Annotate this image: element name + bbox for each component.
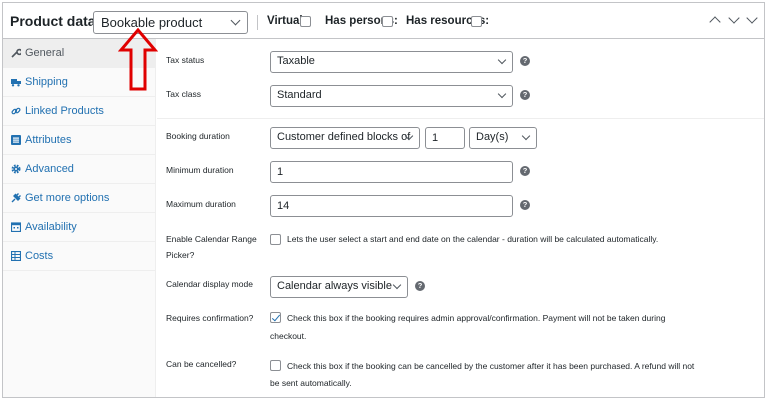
minimum-duration-input[interactable]: 1: [270, 161, 513, 183]
can-be-cancelled-label: Can be cancelled?: [166, 359, 237, 369]
calendar-display-mode-value: Calendar always visible: [277, 280, 392, 292]
help-icon[interactable]: ?: [520, 166, 530, 176]
calendar-display-mode-label: Calendar display mode: [166, 279, 253, 289]
product-data-tabs: General Shipping Linked Products Attribu…: [3, 39, 156, 397]
collapse-icon[interactable]: [746, 12, 758, 24]
maximum-duration-input[interactable]: 14: [270, 195, 513, 217]
range-picker-label-line2: Picker?: [166, 250, 195, 260]
tax-status-label: Tax status: [166, 55, 205, 65]
tab-availability[interactable]: Availability: [3, 213, 156, 242]
calendar-display-mode-select[interactable]: Calendar always visible: [270, 276, 408, 298]
calendar-icon: [10, 222, 22, 233]
help-icon[interactable]: ?: [520, 56, 530, 66]
tab-shipping-label: Shipping: [25, 76, 68, 88]
requires-confirmation-label: Requires confirmation?: [166, 313, 254, 323]
chevron-down-icon: [497, 55, 507, 65]
tab-linked-products[interactable]: Linked Products: [3, 97, 156, 126]
tab-advanced[interactable]: Advanced: [3, 155, 156, 184]
has-persons-checkbox[interactable]: [382, 16, 393, 27]
has-resources-checkbox[interactable]: [471, 16, 482, 27]
requires-confirmation-description: Check this box if the booking requires a…: [287, 313, 666, 323]
tab-advanced-label: Advanced: [25, 163, 74, 175]
booking-duration-label: Booking duration: [166, 131, 230, 141]
help-icon[interactable]: ?: [520, 90, 530, 100]
can-be-cancelled-description-cont: be sent automatically.: [270, 378, 352, 388]
tax-status-select[interactable]: Taxable: [270, 51, 513, 73]
tab-get-more-options[interactable]: Get more options: [3, 184, 156, 213]
booking-duration-unit-select[interactable]: Day(s): [469, 127, 537, 149]
booking-duration-amount-input[interactable]: 1: [425, 127, 465, 149]
booking-duration-type-select[interactable]: Customer defined blocks of: [270, 127, 420, 149]
requires-confirmation-description-cont: checkout.: [270, 331, 307, 341]
header-divider: [257, 15, 258, 30]
chevron-down-icon: [521, 131, 531, 141]
help-icon[interactable]: ?: [415, 281, 425, 291]
tab-availability-label: Availability: [25, 221, 77, 233]
annotation-arrow-icon: [118, 28, 158, 91]
maximum-duration-value: 14: [277, 200, 290, 212]
wrench-icon: [11, 48, 23, 58]
list-icon: [11, 135, 21, 145]
chevron-down-icon: [497, 89, 507, 99]
product-data-panel: Product data — Bookable product Virtual:…: [2, 2, 765, 398]
maximum-duration-label: Maximum duration: [166, 199, 236, 209]
can-be-cancelled-checkbox[interactable]: [270, 360, 281, 371]
gear-icon: [11, 164, 21, 174]
table-icon: [10, 250, 22, 262]
chevron-down-icon: [392, 280, 402, 290]
booking-duration-unit-value: Day(s): [476, 131, 509, 143]
section-divider: [157, 397, 764, 398]
booking-duration-type-value: Customer defined blocks of: [277, 131, 411, 143]
help-icon[interactable]: ?: [520, 200, 530, 210]
tab-general-label: General: [25, 47, 65, 59]
virtual-checkbox[interactable]: [300, 16, 311, 27]
section-divider: [157, 118, 764, 119]
tab-attributes[interactable]: Attributes: [3, 126, 156, 155]
requires-confirmation-checkbox[interactable]: [270, 312, 281, 323]
chevron-down-icon: [230, 15, 241, 26]
tax-class-select[interactable]: Standard: [270, 85, 513, 107]
truck-icon: [11, 77, 21, 87]
can-be-cancelled-description: Check this box if the booking can be can…: [287, 361, 695, 371]
range-picker-checkbox[interactable]: [270, 234, 281, 245]
product-type-select[interactable]: Bookable product: [93, 11, 248, 34]
booking-duration-amount-value: 1: [432, 132, 439, 144]
minimum-duration-value: 1: [277, 166, 284, 178]
tab-attributes-label: Attributes: [25, 134, 72, 146]
tax-class-label: Tax class: [166, 89, 201, 99]
tax-class-value: Standard: [277, 89, 322, 101]
general-panel: Tax status Taxable ? Tax class Standard …: [157, 39, 764, 397]
range-picker-label-line1: Enable Calendar Range: [166, 234, 257, 244]
tab-costs-label: Costs: [25, 250, 54, 262]
minimum-duration-label: Minimum duration: [166, 165, 234, 175]
tax-status-value: Taxable: [277, 55, 315, 67]
tab-costs[interactable]: Costs: [3, 242, 156, 271]
plugin-icon: [11, 193, 21, 203]
tab-linked-products-label: Linked Products: [25, 105, 104, 117]
move-down-icon[interactable]: [728, 12, 740, 24]
link-icon: [11, 106, 21, 116]
move-up-icon[interactable]: [709, 16, 721, 28]
tab-get-more-options-label: Get more options: [25, 192, 110, 204]
range-picker-description: Lets the user select a start and end dat…: [287, 234, 659, 244]
